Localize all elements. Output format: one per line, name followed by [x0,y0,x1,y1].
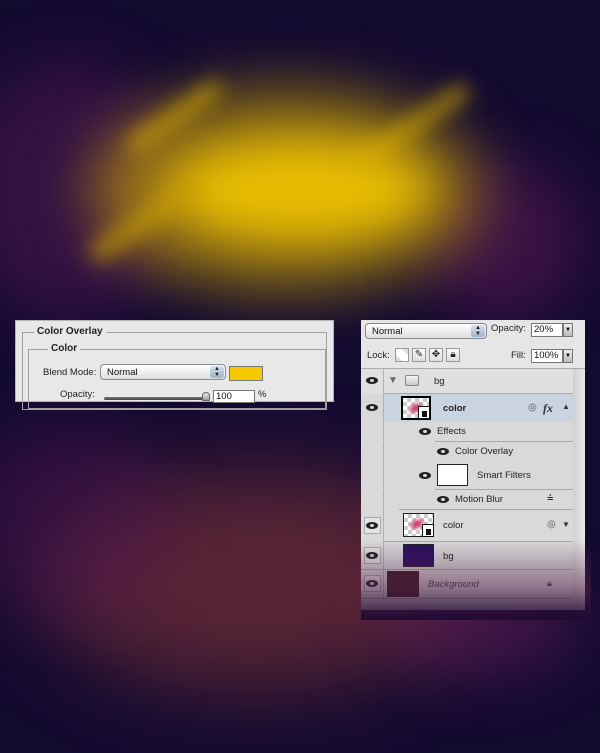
fill-label: Fill: [511,350,526,361]
visibility-toggle[interactable] [364,517,381,534]
layer-blend-mode-select[interactable]: Normal ▲ ▼ [365,323,487,339]
fill-input[interactable]: 100% [531,349,563,363]
layers-panel-toolbar: Normal ▲ ▼ Opacity: 20% ▼ Lock: ✎ ✥ 🔒︎ Fi… [361,320,585,369]
smart-filters-label: Smart Filters [477,470,531,481]
color-section-title: Color [48,343,81,354]
layer-row-group-bg[interactable]: ▼ bg [361,369,585,393]
layers-panel: Normal ▲ ▼ Opacity: 20% ▼ Lock: ✎ ✥ 🔒︎ Fi… [361,320,585,610]
layer-row-bg[interactable]: bg [361,542,585,569]
background-thumbnail [387,571,419,597]
layer-row-color-overlay[interactable]: Color Overlay [361,442,585,461]
color-overlay-title: Color Overlay [34,326,106,337]
visibility-column [361,461,384,489]
opacity-label: Opacity: [60,389,95,400]
divider [361,598,585,599]
effects-label: Effects [437,426,466,437]
layer-thumbnail [403,513,434,537]
select-stepper-icon: ▲ ▼ [210,366,224,378]
yellow-core [170,140,430,240]
eye-icon[interactable] [365,579,379,588]
layer-row-motion-blur[interactable]: Motion Blur ⩮ [361,490,585,509]
opacity-slider-thumb[interactable] [202,392,210,401]
layer-blend-mode-value: Normal [372,326,403,337]
visibility-toggle[interactable] [364,575,381,592]
color-overlay-dialog: Color Overlay Color Blend Mode: Normal ▲… [15,320,334,410]
eye-icon[interactable] [365,521,379,530]
eye-icon[interactable] [365,403,379,412]
layer-opacity-label: Opacity: [491,323,526,334]
smart-object-icon [422,524,434,537]
layers-scrollbar[interactable] [573,369,585,610]
blend-mode-value: Normal [107,367,138,378]
smart-object-link-icon: ◎ [528,402,537,413]
effect-name: Color Overlay [455,446,514,457]
lock-transparent-pixels-icon[interactable] [395,348,409,362]
lock-label: Lock: [367,350,390,361]
eye-icon[interactable] [418,471,432,480]
layer-name: bg [443,551,454,562]
disclosure-triangle-icon[interactable]: ▼ [388,375,398,386]
collapse-effects-icon[interactable]: ▲ [562,402,570,411]
lock-icon: 🔒︎ [547,578,552,588]
layer-name: color [443,520,464,531]
fx-icon[interactable]: fx [543,401,553,416]
visibility-column [361,422,384,441]
layer-opacity-input[interactable]: 20% [531,323,563,337]
layer-name: bg [434,376,445,387]
visibility-column [361,490,384,509]
lock-position-icon[interactable]: ✥ [429,348,443,362]
smart-filter-mask-thumbnail [437,464,468,486]
layer-row-color-selected[interactable]: color ◎ fx ▲ [361,394,585,422]
eye-icon[interactable] [436,495,450,504]
filter-blending-options-icon[interactable]: ⩮ [547,492,553,505]
layer-row-effects[interactable]: Effects [361,422,585,441]
layer-row-color[interactable]: color ◎ ▼ [361,510,585,541]
layer-thumbnail [401,396,431,420]
opacity-unit: % [258,389,267,400]
layer-row-background[interactable]: Background 🔒︎ [361,570,585,598]
eye-icon[interactable] [418,427,432,436]
layer-name: Background [428,579,479,590]
eye-icon[interactable] [365,376,379,385]
smart-object-icon [418,406,430,419]
lock-all-icon[interactable]: 🔒︎ [446,348,460,362]
smart-object-link-icon: ◎ [547,519,556,530]
layer-opacity-dropdown-icon[interactable]: ▼ [563,323,573,337]
folder-icon [405,375,419,386]
visibility-column [361,442,384,461]
filter-name: Motion Blur [455,494,504,505]
eye-icon[interactable] [436,447,450,456]
select-stepper-icon: ▲ ▼ [471,325,485,337]
opacity-input[interactable]: 100 [213,390,255,403]
eye-icon[interactable] [365,551,379,560]
layer-row-smart-filters[interactable]: Smart Filters [361,461,585,489]
opacity-slider-track[interactable] [104,397,208,400]
lock-image-pixels-icon[interactable]: ✎ [412,348,426,362]
layer-name: color [443,403,467,414]
fill-dropdown-icon[interactable]: ▼ [563,349,573,363]
overlay-color-swatch[interactable] [229,366,263,381]
visibility-toggle[interactable] [364,547,381,564]
fill-thumbnail [403,544,434,567]
expand-effects-icon[interactable]: ▼ [562,520,570,529]
blend-mode-select[interactable]: Normal ▲ ▼ [100,364,226,380]
blend-mode-label: Blend Mode: [43,367,97,378]
